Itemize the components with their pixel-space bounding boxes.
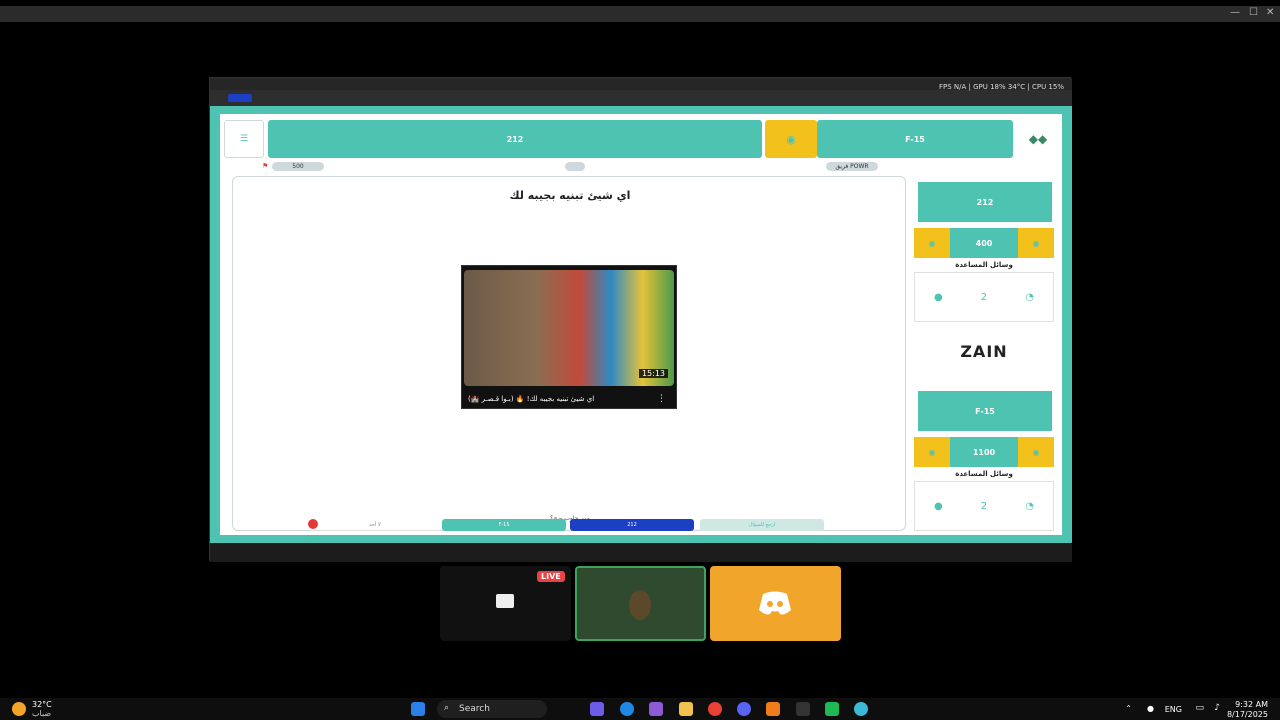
weather-desc: ضباب [32,709,52,718]
helpers-label-2: وسائل المساعدة [955,470,1013,478]
call-friend-icon-2[interactable]: ● [934,501,943,512]
sponsor-logo: ZAIN [960,342,1008,361]
fps-overlay: FPS N/A | GPU 18% 34°C | CPU 15% [938,83,1064,91]
app-icon-3[interactable] [796,702,810,716]
points-pill: 500 [272,162,324,171]
video-player[interactable]: 15:13 اي شيئ تبنيه بجيبه لك! 🔥 (بـوا قـص… [461,265,677,409]
clock-date: 8/17/2025 [1226,710,1268,719]
team2-name: F-15 [918,391,1052,431]
team-a-answer-button[interactable]: F-15 [442,519,566,531]
turn-indicator-icon: ◉ [765,120,817,158]
inner-taskbar [210,544,1072,562]
start-icon[interactable] [411,702,425,716]
timer-icon[interactable]: ◔ [1025,292,1034,303]
game-board: ☰ 212 ◉ F-15 ◆◆ 500 ⚑ فريق POWR اي شيئ ت… [210,106,1072,543]
monitor-icon [496,594,514,608]
flag-icon: ⚑ [262,162,269,170]
weather-temp: 32°C [32,700,52,709]
live-badge: LIVE [537,571,565,582]
team-b-answer-button[interactable]: 212 [570,519,694,531]
taskbar-clock[interactable]: 9:32 AM 8/17/2025 [1227,700,1268,720]
window-title-bar: — ☐ ✕ [0,6,1280,22]
video-duration: 15:13 [638,369,668,378]
menu-icon[interactable]: ☰ [224,120,264,158]
shared-screen: FPS N/A | GPU 18% 34°C | CPU 15% ☰ 212 ◉… [209,77,1072,562]
search-icon: ⌕ [444,703,450,713]
game-inner: ☰ 212 ◉ F-15 ◆◆ 500 ⚑ فريق POWR اي شيئ ت… [220,114,1062,535]
team-score-banner: 212 [268,120,762,158]
more-options-icon[interactable]: ⋮ [657,394,666,404]
clock-time: 9:32 AM [1235,700,1268,709]
discord-participant-tile[interactable] [710,566,841,641]
timer-pill [565,162,585,171]
question-card: اي شيئ تبنيه بجيبه لك 15:13 اي شيئ تبنيه… [232,176,906,531]
maximize-icon[interactable]: ☐ [1249,7,1258,18]
side-panel: 212 ◉ 400 ◉ وسائل المساعدة ● 2 ◔ ZAIN F-… [914,176,1054,531]
app-icon-1[interactable] [590,702,604,716]
network-icon[interactable]: ▭ [1195,703,1204,713]
none-button[interactable]: لا أحد [310,519,440,531]
minus-icon-2[interactable]: ◉ [914,437,950,467]
language-indicator[interactable]: ENG [1165,705,1182,714]
volume-icon[interactable]: ♪ [1214,703,1220,713]
app-icon-2[interactable] [766,702,780,716]
edge-icon[interactable] [620,702,634,716]
helpers-row: ● 2 ◔ [914,272,1054,322]
double-icon[interactable]: 2 [981,292,987,303]
record-icon [308,519,318,529]
game-logo: ◆◆ [1028,132,1048,146]
weather-widget[interactable]: 32°C ضباب [12,700,52,718]
minus-icon[interactable]: ◉ [914,228,950,258]
taskbar-search[interactable]: Search [437,700,547,718]
discord-taskbar-icon[interactable] [737,702,751,716]
team1-name: 212 [918,182,1052,222]
discord-icon [759,591,791,615]
double-icon-2[interactable]: 2 [981,501,987,512]
file-explorer-icon[interactable] [679,702,693,716]
app-icon-4[interactable] [825,702,839,716]
team2-score: 1100 [950,437,1018,467]
copilot-icon[interactable] [649,702,663,716]
inner-tab-badge [228,94,252,102]
right-team-banner: F-15 [817,120,1013,158]
chrome-icon[interactable] [708,702,722,716]
helpers-label: وسائل المساعدة [955,261,1013,269]
helpers-row-2: ● 2 ◔ [914,481,1054,531]
team-name-pill: فريق POWR [826,162,878,171]
back-to-question-button[interactable]: ارجع للسؤال [700,519,824,531]
timer-icon-2[interactable]: ◔ [1025,501,1034,512]
microphone-icon[interactable]: ● [1147,704,1154,713]
app-icon-5[interactable] [854,702,868,716]
plus-icon[interactable]: ◉ [1018,228,1054,258]
chevron-up-icon[interactable]: ⌃ [1125,704,1132,713]
close-icon[interactable]: ✕ [1266,7,1274,18]
plus-icon-2[interactable]: ◉ [1018,437,1054,467]
inner-browser-toolbar [210,90,1072,106]
question-text: اي شيئ تبنيه بجيبه لك [509,189,631,202]
windows-taskbar [0,698,1280,720]
avatar [629,590,651,620]
video-caption: اي شيئ تبنيه بجيبه لك! 🔥 (بـوا قـصـر 🏰) [468,395,595,403]
team1-score: 400 [950,228,1018,258]
minimize-icon[interactable]: — [1230,7,1240,18]
participant-avatar-tile[interactable] [575,566,706,641]
call-friend-icon[interactable]: ● [934,292,943,303]
weather-icon [12,702,26,716]
